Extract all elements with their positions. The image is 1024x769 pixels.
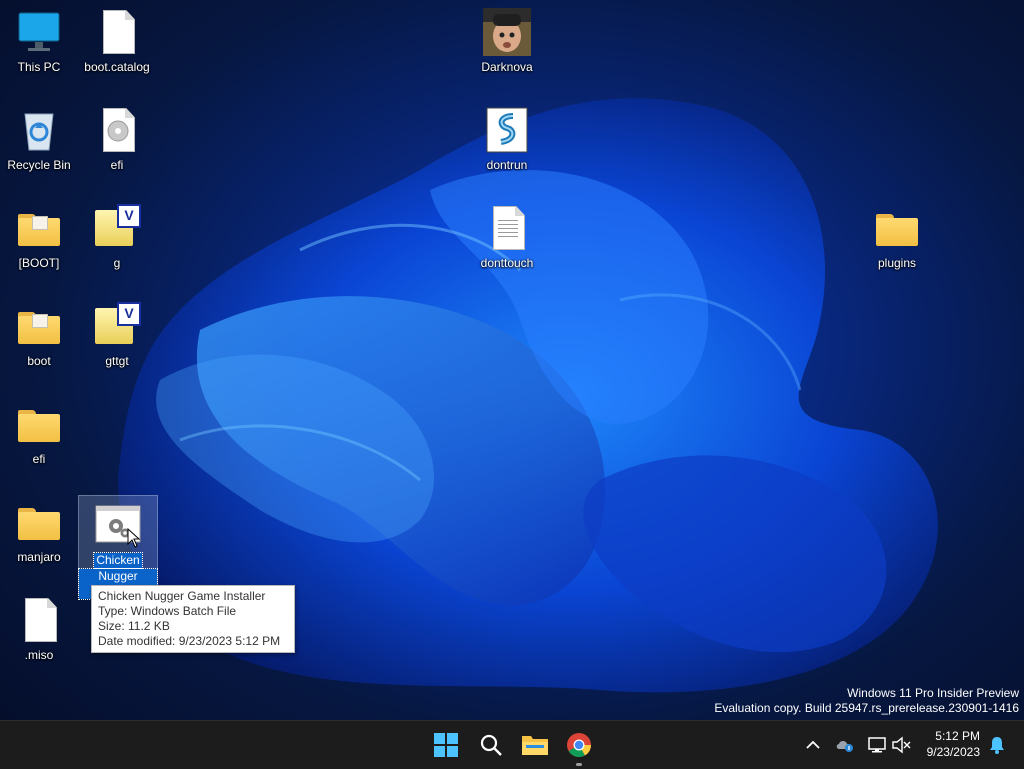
notification-bell-icon	[990, 737, 1004, 754]
onedrive-tray-button[interactable]	[834, 721, 856, 769]
file-explorer-icon	[522, 736, 548, 755]
desktop-icon-label: Recycle Bin	[7, 158, 71, 172]
desktop-icon-label: dontrun	[486, 158, 528, 172]
onedrive-icon	[836, 741, 853, 752]
disc-image-icon	[93, 106, 141, 154]
notifications-button[interactable]	[986, 721, 1008, 769]
vbscript-folder-icon: V	[93, 302, 141, 350]
desktop-icon-donttouch[interactable]: donttouch	[468, 204, 546, 270]
taskbar-clock[interactable]: 5:12 PM 9/23/2023	[927, 728, 980, 760]
file-explorer-button[interactable]	[517, 727, 553, 763]
desktop-icon-darknova[interactable]: Darknova	[468, 8, 546, 74]
show-hidden-icons-button[interactable]	[802, 721, 824, 769]
desktop-icon-plugins[interactable]: plugins	[858, 204, 936, 270]
desktop-icon-boot-catalog[interactable]: boot.catalog	[78, 8, 156, 74]
text-file-icon	[483, 204, 531, 252]
folder-icon	[15, 498, 63, 546]
start-icon	[434, 733, 458, 757]
desktop-icon-label: plugins	[877, 256, 917, 270]
desktop-icon-gttgt[interactable]: V gttgt	[78, 302, 156, 368]
file-tooltip: Chicken Nugger Game Installer Type: Wind…	[91, 585, 295, 653]
file-icon	[15, 596, 63, 644]
photo-thumbnail-icon	[483, 8, 531, 56]
desktop-icon-efi-file[interactable]: efi	[78, 106, 156, 172]
monitor-icon	[15, 8, 63, 56]
taskbar: 5:12 PM 9/23/2023	[0, 720, 1024, 769]
tooltip-size: Size: 11.2 KB	[98, 619, 170, 633]
desktop-icon-label: .miso	[24, 648, 54, 662]
desktop-icon-dontrun[interactable]: dontrun	[468, 106, 546, 172]
selected-icon-label-line1: Chicken	[93, 552, 143, 569]
desktop-icon-boot[interactable]: boot	[0, 302, 78, 368]
start-button[interactable]	[428, 727, 464, 763]
network-tray-button[interactable]	[866, 721, 888, 769]
desktop-icon-this-pc[interactable]: This PC	[0, 8, 78, 74]
recycle-bin-icon	[15, 106, 63, 154]
watermark-line1: Windows 11 Pro Insider Preview	[847, 686, 1019, 700]
network-icon	[868, 737, 886, 753]
desktop-icon-label: boot	[27, 354, 51, 368]
chrome-icon	[567, 733, 591, 758]
folder-icon	[15, 302, 63, 350]
clock-time: 5:12 PM	[935, 729, 980, 743]
vbscript-folder-icon: V	[93, 204, 141, 252]
desktop-icon-manjaro[interactable]: manjaro	[0, 498, 78, 564]
desktop-icon-miso[interactable]: .miso	[0, 596, 78, 662]
chrome-running-indicator	[576, 763, 582, 766]
search-button[interactable]	[473, 727, 509, 763]
volume-tray-button[interactable]	[890, 721, 912, 769]
desktop-icon-label: gttgt	[105, 354, 129, 368]
chevron-up-icon	[806, 740, 820, 749]
desktop-icon-label: Darknova	[481, 60, 533, 74]
desktop-icon-label: [BOOT]	[18, 256, 60, 270]
clock-date: 9/23/2023	[926, 745, 980, 759]
desktop-icon-efi-folder[interactable]: efi	[0, 400, 78, 466]
desktop-icon-g[interactable]: V g	[78, 204, 156, 270]
volume-muted-icon	[892, 736, 911, 754]
search-icon	[480, 734, 502, 756]
mouse-cursor-icon	[127, 528, 141, 548]
folder-icon	[15, 400, 63, 448]
file-icon	[93, 8, 141, 56]
chrome-button[interactable]	[561, 727, 597, 763]
desktop-icon-chicken-nugger-game[interactable]: Chicken Nugger Game	[78, 495, 158, 600]
script-file-icon	[483, 106, 531, 154]
desktop-icon-label: manjaro	[17, 550, 61, 564]
evaluation-watermark: Windows 11 Pro Insider Preview Evaluatio…	[714, 686, 1019, 716]
folder-icon	[873, 204, 921, 252]
tooltip-name: Chicken Nugger Game Installer	[98, 589, 266, 603]
desktop: This PC Recycle Bin [BOOT] boot efi manj…	[0, 0, 1024, 720]
tooltip-type: Type: Windows Batch File	[98, 604, 237, 618]
desktop-icon-label: g	[113, 256, 121, 270]
desktop-icon-boot-bracket[interactable]: [BOOT]	[0, 204, 78, 270]
desktop-icon-label: boot.catalog	[84, 60, 150, 74]
desktop-icon-label: donttouch	[480, 256, 534, 270]
desktop-icon-label: This PC	[17, 60, 61, 74]
watermark-line2: Evaluation copy. Build 25947.rs_prerelea…	[714, 701, 1019, 715]
desktop-icon-label: efi	[110, 158, 124, 172]
folder-icon	[15, 204, 63, 252]
tooltip-modified: Date modified: 9/23/2023 5:12 PM	[98, 634, 281, 648]
desktop-icon-label: efi	[32, 452, 46, 466]
desktop-icon-recycle-bin[interactable]: Recycle Bin	[0, 106, 78, 172]
